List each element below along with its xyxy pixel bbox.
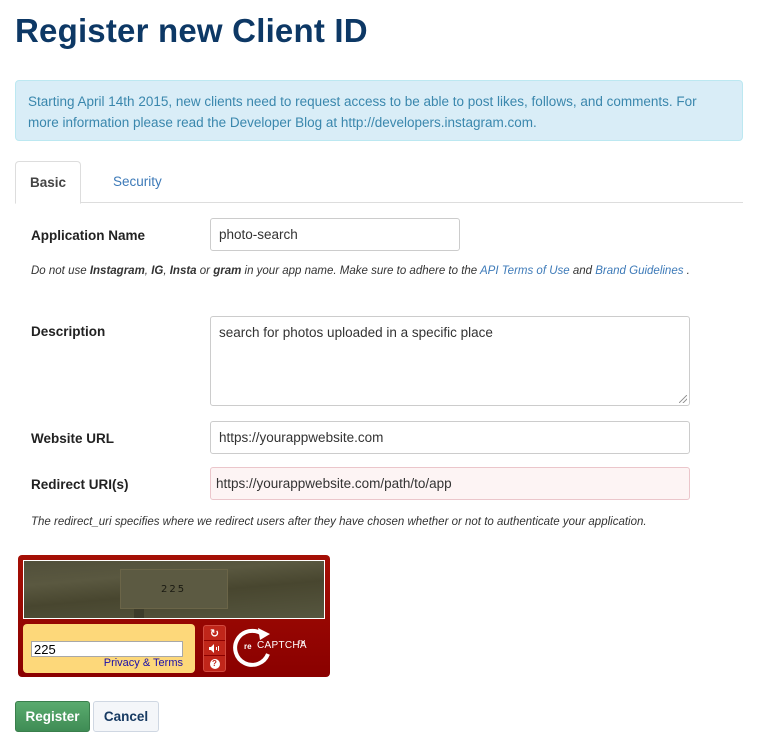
redirect-uri-label: Redirect URI(s) (31, 477, 129, 492)
recaptcha-widget: 225 Privacy & Terms ↻ ? re CAPTCHA TM (18, 555, 330, 677)
tab-security[interactable]: Security (98, 161, 177, 203)
website-url-input[interactable] (210, 421, 690, 454)
application-name-help: Do not use Instagram, IG, Insta or gram … (31, 265, 690, 277)
captcha-sign: 225 (120, 569, 228, 609)
cancel-button[interactable]: Cancel (93, 701, 159, 732)
reload-icon: ↻ (209, 627, 220, 640)
recaptcha-logo-tm: TM (298, 640, 306, 646)
speaker-icon (208, 643, 219, 653)
captcha-response-input[interactable] (31, 641, 183, 657)
application-name-input[interactable] (210, 218, 460, 251)
captcha-image: 225 (23, 560, 325, 619)
captcha-answer-box: Privacy & Terms (23, 624, 195, 673)
captcha-reload-button[interactable]: ↻ (204, 626, 225, 641)
captcha-help-button[interactable]: ? (204, 656, 225, 671)
tab-basic[interactable]: Basic (15, 161, 81, 204)
website-url-label: Website URL (31, 431, 115, 446)
captcha-privacy-terms-link[interactable]: Privacy & Terms (104, 657, 183, 669)
tab-bar: Basic Security (15, 161, 743, 204)
recaptcha-logo-re: re (244, 642, 252, 651)
redirect-uri-help: The redirect_uri specifies where we redi… (31, 516, 647, 528)
page-title: Register new Client ID (15, 12, 368, 49)
application-name-label: Application Name (31, 228, 146, 243)
captcha-button-group: ↻ ? (203, 625, 226, 672)
help-icon: ? (209, 658, 220, 669)
brand-guidelines-link[interactable]: Brand Guidelines (595, 265, 683, 277)
captcha-post (134, 609, 144, 618)
captcha-image-text: 225 (161, 584, 187, 595)
description-label: Description (31, 324, 106, 339)
api-terms-link[interactable]: API Terms of Use (480, 265, 570, 277)
description-textarea[interactable]: search for photos uploaded in a specific… (210, 316, 690, 406)
resize-grip-icon[interactable] (679, 395, 687, 403)
info-alert: Starting April 14th 2015, new clients ne… (15, 80, 743, 141)
redirect-uri-input[interactable] (210, 467, 690, 500)
description-value: search for photos uploaded in a specific… (219, 325, 493, 340)
recaptcha-logo: re CAPTCHA TM (232, 626, 312, 670)
captcha-audio-button[interactable] (204, 641, 225, 656)
register-button[interactable]: Register (15, 701, 90, 732)
